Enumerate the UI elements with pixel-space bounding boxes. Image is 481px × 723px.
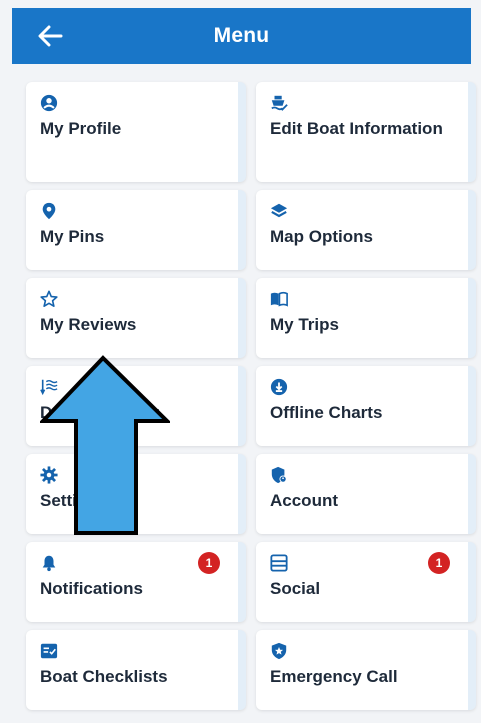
menu-item-label: Offline Charts <box>270 403 383 422</box>
menu-item-boat-checklists[interactable]: Boat Checklists <box>26 630 246 710</box>
menu-item-label: Boat Checklists <box>40 667 168 686</box>
menu-item-label: My Profile <box>40 119 122 138</box>
menu-item-label: My Trips <box>270 315 339 334</box>
menu-item-my-trips[interactable]: My Trips <box>256 278 476 358</box>
menu-item-label: Edit Boat Information <box>270 119 443 138</box>
menu-item-map-options[interactable]: Map Options <box>256 190 476 270</box>
menu-item-label: My Pins <box>40 227 105 246</box>
annotation-arrow-up <box>40 355 170 535</box>
map-pin-icon <box>42 202 56 220</box>
book-open-icon <box>270 291 288 307</box>
bell-icon <box>42 555 56 572</box>
menu-item-label: My Reviews <box>40 315 137 334</box>
shield-user-icon <box>271 466 287 484</box>
menu-item-label: Map Options <box>270 227 373 246</box>
back-button[interactable] <box>34 22 66 50</box>
menu-item-emergency-call[interactable]: Emergency Call <box>256 630 476 710</box>
menu-item-my-reviews[interactable]: My Reviews <box>26 278 246 358</box>
checklist-icon <box>40 643 58 659</box>
menu-item-account[interactable]: Account <box>256 454 476 534</box>
download-circle-icon <box>270 378 288 396</box>
layers-icon <box>270 203 288 218</box>
menu-item-notifications[interactable]: Notifications 1 <box>26 542 246 622</box>
menu-item-label: Social <box>270 579 321 598</box>
user-circle-icon <box>40 94 58 112</box>
notification-badge: 1 <box>428 552 450 574</box>
list-panel-icon <box>270 554 288 572</box>
menu-item-my-profile[interactable]: My Profile <box>26 82 246 182</box>
star-icon <box>40 290 58 308</box>
menu-item-edit-boat-information[interactable]: Edit Boat Information <box>256 82 476 182</box>
app-header: Menu <box>12 8 471 64</box>
shield-star-icon <box>271 642 287 660</box>
menu-item-label: Emergency Call <box>270 667 398 686</box>
menu-item-label: Account <box>270 491 338 510</box>
boat-edit-icon <box>271 95 288 111</box>
app-screen: Menu My Profile Edit Boat Information My… <box>0 0 481 723</box>
page-title: Menu <box>213 24 270 47</box>
menu-item-my-pins[interactable]: My Pins <box>26 190 246 270</box>
notification-badge: 1 <box>198 552 220 574</box>
menu-item-social[interactable]: Social 1 <box>256 542 476 622</box>
menu-item-label: Notifications <box>40 579 143 598</box>
arrow-left-icon <box>38 25 63 47</box>
menu-item-offline-charts[interactable]: Offline Charts <box>256 366 476 446</box>
